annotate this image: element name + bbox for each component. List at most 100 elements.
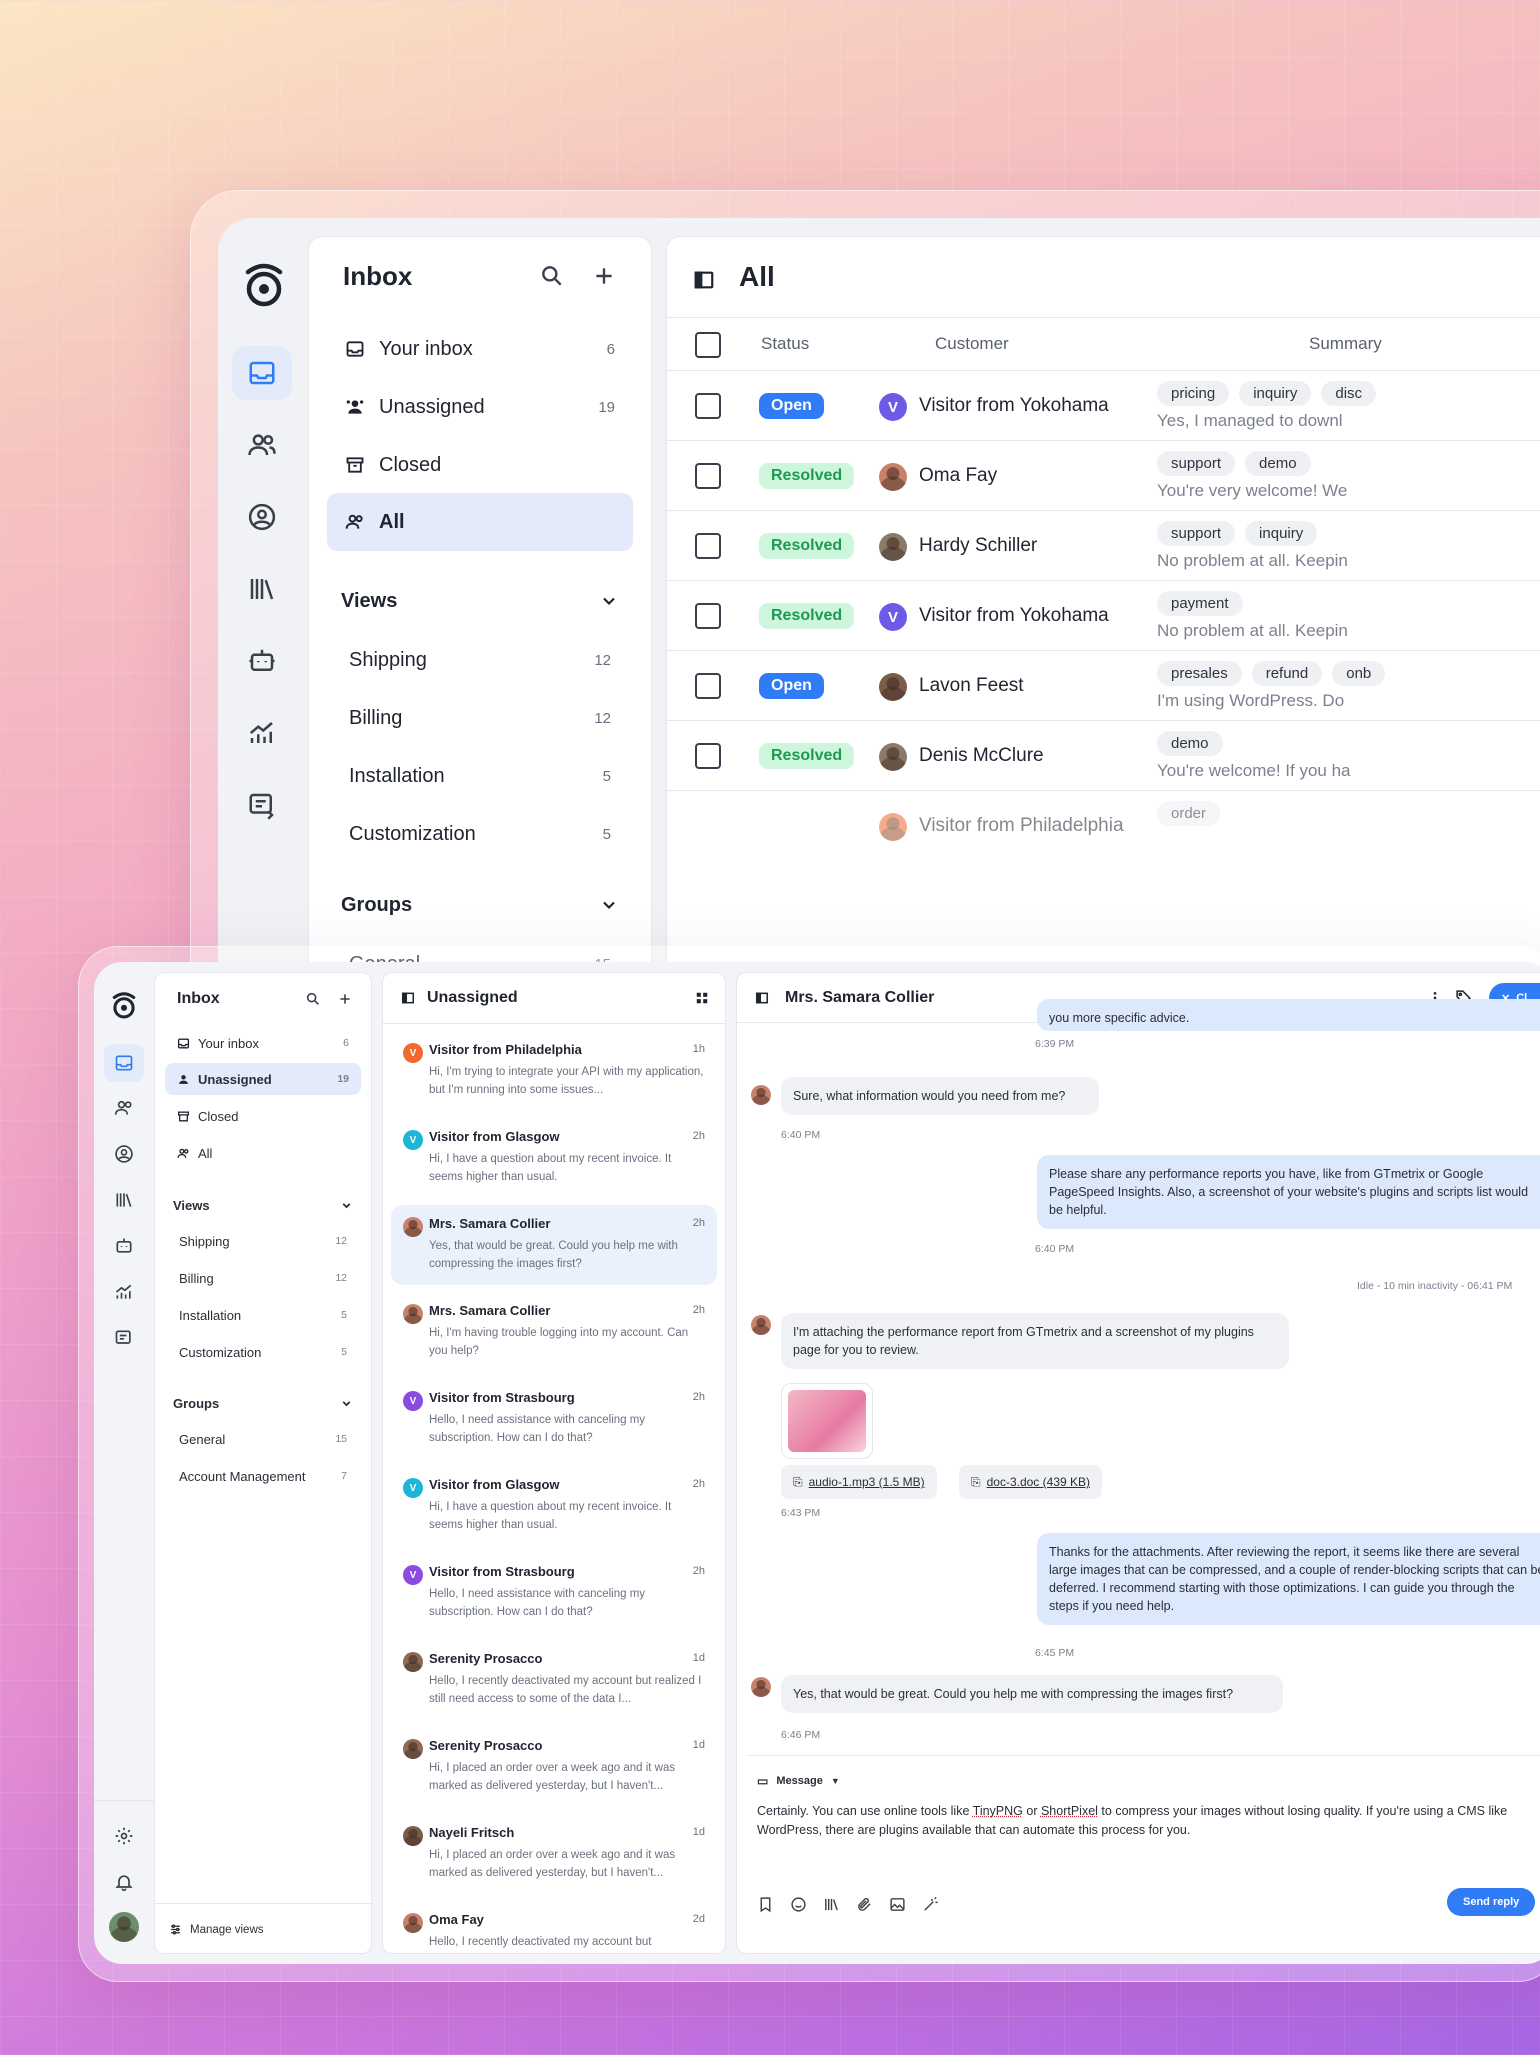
user-avatar[interactable] — [109, 1912, 139, 1942]
summary-tag[interactable]: disc — [1321, 381, 1377, 406]
table-row[interactable]: Resolved Hardy Schiller support inquiry No p… — [667, 511, 1540, 581]
image-icon[interactable] — [889, 1896, 906, 1913]
conversation-item[interactable]: Nayeli Fritsch 1d Hi, I placed an order ov… — [391, 1814, 717, 1894]
analytics-nav-icon[interactable] — [114, 1282, 134, 1302]
bell-icon[interactable] — [114, 1872, 134, 1892]
search-icon[interactable] — [539, 263, 565, 289]
sidebar-toggle-icon[interactable] — [401, 991, 415, 1005]
bot-nav-icon[interactable] — [114, 1236, 134, 1256]
sidebar-item-unassigned[interactable]: Unassigned 19 — [327, 381, 633, 433]
summary-tag[interactable]: demo — [1245, 451, 1311, 476]
table-row[interactable]: Resolved Denis McClure demo You're welcome!… — [667, 721, 1540, 791]
profile-nav-icon[interactable] — [232, 490, 292, 544]
file-attachment[interactable]: ⎘ doc-3.doc (439 KB) — [959, 1465, 1102, 1499]
views-section-header[interactable]: Views — [327, 581, 633, 621]
summary-tag[interactable]: demo — [1157, 731, 1223, 756]
group-item-general[interactable]: General 15 — [165, 1423, 361, 1455]
bot-nav-icon[interactable] — [232, 634, 292, 688]
image-attachment[interactable] — [781, 1383, 873, 1459]
search-icon[interactable] — [305, 991, 321, 1007]
groups-section-header[interactable]: Groups — [165, 1387, 361, 1419]
manage-views-button[interactable]: Manage views — [155, 1903, 371, 1953]
table-row[interactable]: Open V Visitor from Yokohama pricing inquiry… — [667, 371, 1540, 441]
conversation-item[interactable]: V Visitor from Strasbourg 2h Hello, I need … — [391, 1379, 717, 1459]
view-item-billing[interactable]: Billing 12 — [165, 1262, 361, 1294]
table-row[interactable]: Open Lavon Feest presales refund onb I'm usin… — [667, 651, 1540, 721]
sidebar-item-all[interactable]: All — [327, 493, 633, 551]
reports-nav-icon[interactable] — [114, 1328, 134, 1348]
reports-nav-icon[interactable] — [232, 778, 292, 832]
table-row[interactable]: Resolved V Visitor from Yokohama payment No … — [667, 581, 1540, 651]
conversation-item[interactable]: V Visitor from Philadelphia 1h Hi, I'm tryi… — [391, 1031, 717, 1111]
emoji-icon[interactable] — [790, 1896, 807, 1913]
library-nav-icon[interactable] — [114, 1190, 134, 1210]
table-row[interactable]: Visitor from Philadelphia order — [667, 791, 1540, 861]
sidebar-item-your-inbox[interactable]: Your inbox 6 — [327, 323, 633, 375]
composer-mode-dropdown[interactable]: ▭ Message ▼ — [757, 1774, 840, 1788]
conversation-item[interactable]: V Visitor from Strasbourg 2h Hello, I need … — [391, 1553, 717, 1633]
view-item-shipping[interactable]: Shipping 12 — [165, 1225, 361, 1257]
conversation-item[interactable]: Serenity Prosacco 1d Hi, I placed an order… — [391, 1727, 717, 1807]
conversation-item[interactable]: Mrs. Samara Collier 2h Yes, that would be … — [391, 1205, 717, 1285]
summary-tag[interactable]: pricing — [1157, 381, 1230, 406]
groups-section-header[interactable]: Groups — [327, 885, 633, 925]
contacts-nav-icon[interactable] — [114, 1098, 134, 1118]
column-customer[interactable]: Customer — [935, 334, 1009, 354]
view-item-installation[interactable]: Installation 5 — [327, 751, 633, 801]
row-checkbox[interactable] — [695, 463, 721, 489]
view-item-customization[interactable]: Customization 5 — [327, 809, 633, 859]
row-checkbox[interactable] — [695, 393, 721, 419]
contacts-nav-icon[interactable] — [232, 418, 292, 472]
add-icon[interactable] — [591, 263, 617, 289]
bookmark-icon[interactable] — [757, 1896, 774, 1913]
magic-wand-icon[interactable] — [922, 1896, 939, 1913]
summary-tag[interactable]: support — [1157, 451, 1236, 476]
conversation-item[interactable]: V Visitor from Glasgow 2h Hi, I have a ques… — [391, 1466, 717, 1546]
file-attachment[interactable]: ⎘ audio-1.mp3 (1.5 MB) — [781, 1465, 937, 1499]
row-checkbox[interactable] — [695, 533, 721, 559]
attach-icon[interactable] — [856, 1896, 873, 1913]
summary-tag[interactable]: inquiry — [1245, 521, 1318, 546]
row-checkbox[interactable] — [695, 743, 721, 769]
view-item-billing[interactable]: Billing 12 — [327, 693, 633, 743]
profile-nav-icon[interactable] — [114, 1144, 134, 1164]
library-nav-icon[interactable] — [232, 562, 292, 616]
table-row[interactable]: Resolved Oma Fay support demo You're very we… — [667, 441, 1540, 511]
conversation-item[interactable]: Serenity Prosacco 1d Hello, I recently dea… — [391, 1640, 717, 1720]
group-item-account-management[interactable]: Account Management 7 — [165, 1460, 361, 1492]
sidebar-item-your-inbox[interactable]: Your inbox 6 — [165, 1027, 361, 1059]
inbox-nav-icon[interactable] — [232, 346, 292, 400]
grid-view-icon[interactable] — [695, 991, 709, 1005]
sidebar-toggle-icon[interactable] — [755, 991, 769, 1005]
summary-tag[interactable]: payment — [1157, 591, 1243, 616]
view-item-customization[interactable]: Customization 5 — [165, 1336, 361, 1368]
summary-tag[interactable]: refund — [1251, 661, 1323, 686]
row-checkbox[interactable] — [695, 673, 721, 699]
conversation-item[interactable]: V Visitor from Glasgow 2h Hi, I have a ques… — [391, 1118, 717, 1198]
summary-tag[interactable]: presales — [1157, 661, 1242, 686]
send-reply-button[interactable]: Send reply — [1447, 1888, 1536, 1916]
settings-icon[interactable] — [114, 1826, 134, 1846]
views-section-header[interactable]: Views — [165, 1189, 361, 1221]
conversation-item[interactable]: Oma Fay 2d Hello, I recently deactivated m… — [391, 1901, 717, 1953]
summary-tag[interactable]: inquiry — [1239, 381, 1312, 406]
column-status[interactable]: Status — [761, 334, 809, 354]
sidebar-item-unassigned[interactable]: Unassigned 19 — [165, 1063, 361, 1095]
row-checkbox[interactable] — [695, 603, 721, 629]
column-summary[interactable]: Summary — [1309, 334, 1382, 354]
sidebar-toggle-icon[interactable] — [693, 269, 715, 291]
view-item-installation[interactable]: Installation 5 — [165, 1299, 361, 1331]
select-all-checkbox[interactable] — [695, 332, 721, 358]
sidebar-item-closed[interactable]: Closed — [165, 1100, 361, 1132]
sidebar-item-all[interactable]: All — [165, 1137, 361, 1169]
summary-tag[interactable]: order — [1157, 801, 1221, 826]
add-icon[interactable] — [337, 991, 353, 1007]
inbox-nav-icon[interactable] — [104, 1044, 144, 1082]
reply-textarea[interactable]: Certainly. You can use online tools like… — [757, 1802, 1540, 1840]
conversation-item[interactable]: Mrs. Samara Collier 2h Hi, I'm having trou… — [391, 1292, 717, 1372]
sidebar-item-closed[interactable]: Closed — [327, 439, 633, 491]
analytics-nav-icon[interactable] — [232, 706, 292, 760]
library-icon[interactable] — [823, 1896, 840, 1913]
summary-tag[interactable]: support — [1157, 521, 1236, 546]
view-item-shipping[interactable]: Shipping 12 — [327, 635, 633, 685]
